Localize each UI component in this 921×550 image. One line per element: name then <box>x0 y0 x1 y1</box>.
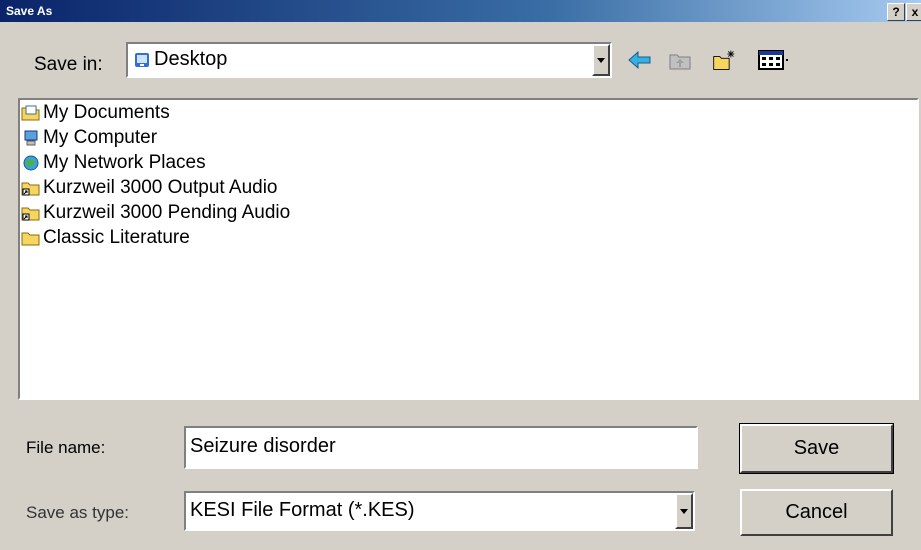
save-button-label: Save <box>793 437 840 459</box>
folder-shortcut-icon <box>20 203 42 223</box>
cancel-button[interactable]: Cancel <box>740 489 893 536</box>
view-menu-icon[interactable] <box>758 48 792 72</box>
save-type-dropdown[interactable]: KESI File Format (*.KES) <box>184 491 695 531</box>
file-item-label: Classic Literature <box>43 226 190 248</box>
my-computer-icon <box>20 128 42 148</box>
folder-icon <box>20 228 42 248</box>
list-item[interactable]: My Network Places <box>20 150 917 175</box>
chevron-down-icon <box>597 57 605 63</box>
list-item[interactable]: Kurzweil 3000 Output Audio <box>20 175 917 200</box>
close-button[interactable]: x <box>906 3 921 21</box>
save-in-value: Desktop <box>154 48 228 70</box>
chevron-down-icon <box>680 508 688 514</box>
save-in-label: Save in: <box>34 54 103 75</box>
back-arrow-icon[interactable] <box>628 48 652 72</box>
network-places-icon <box>20 153 42 173</box>
desktop-icon <box>134 52 150 68</box>
title-bar: Save As ? x <box>0 0 921 22</box>
file-item-label: My Network Places <box>43 151 206 173</box>
file-name-value: Seizure disorder <box>190 435 336 457</box>
save-type-dropdown-button[interactable] <box>675 493 693 529</box>
save-in-dropdown[interactable]: Desktop <box>126 42 612 78</box>
file-item-label: Kurzweil 3000 Output Audio <box>43 176 278 198</box>
save-type-label: Save as type: <box>26 503 130 522</box>
help-button[interactable]: ? <box>887 3 905 21</box>
list-item[interactable]: My Computer <box>20 125 917 150</box>
list-item[interactable]: Kurzweil 3000 Pending Audio <box>20 200 917 225</box>
list-item[interactable]: My Documents <box>20 100 917 125</box>
folder-shortcut-icon <box>20 178 42 198</box>
up-one-level-icon[interactable] <box>668 48 692 72</box>
list-item[interactable]: Classic Literature <box>20 225 917 250</box>
file-item-label: My Computer <box>43 126 158 148</box>
my-documents-icon <box>20 103 42 123</box>
file-name-label: File name: <box>26 438 106 457</box>
new-folder-icon[interactable] <box>712 48 736 72</box>
file-name-input[interactable]: Seizure disorder <box>184 426 698 469</box>
save-button[interactable]: Save <box>739 423 894 474</box>
window-title: Save As <box>6 4 53 18</box>
save-type-value: KESI File Format (*.KES) <box>190 499 415 521</box>
file-item-label: My Documents <box>43 101 170 123</box>
file-list[interactable]: My Documents My Computer My Network Plac… <box>18 98 919 400</box>
save-in-dropdown-button[interactable] <box>592 44 610 76</box>
cancel-button-label: Cancel <box>785 501 848 523</box>
file-item-label: Kurzweil 3000 Pending Audio <box>43 201 291 223</box>
